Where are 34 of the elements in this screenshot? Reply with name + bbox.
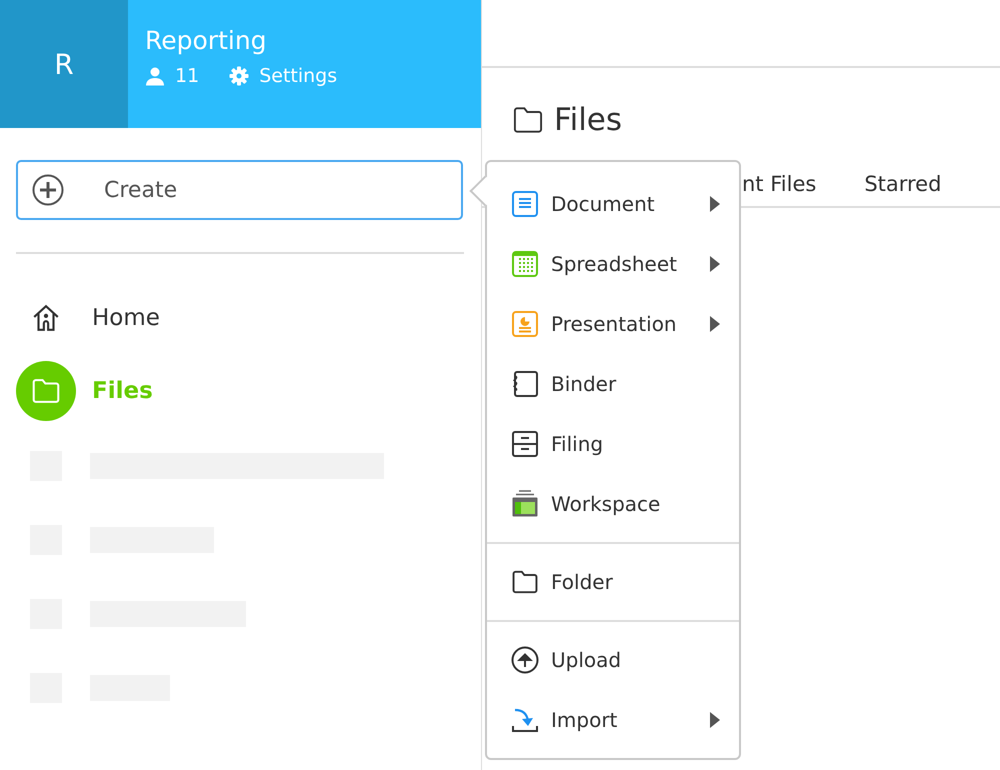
caret-icon	[709, 711, 721, 729]
menu-item[interactable]: Presentation	[487, 294, 739, 354]
page-title: Files	[554, 102, 622, 138]
menu-item[interactable]: Upload	[487, 630, 739, 690]
plus-icon	[32, 174, 64, 206]
import-icon	[511, 706, 539, 734]
member-count: 11	[175, 65, 200, 87]
menu-item[interactable]: Workspace	[487, 474, 739, 534]
menu-item[interactable]: Binder	[487, 354, 739, 414]
spreadsheet-icon	[511, 250, 539, 278]
home-icon	[31, 303, 61, 333]
menu-item[interactable]: Document	[487, 174, 739, 234]
presentation-icon	[511, 310, 539, 338]
menu-item[interactable]: Folder	[487, 552, 739, 612]
nav-item[interactable]: Home	[16, 288, 160, 348]
caret-icon	[709, 255, 721, 273]
folder-icon	[31, 376, 61, 406]
tab[interactable]: nt Files	[742, 172, 816, 196]
upload-icon	[511, 646, 539, 674]
caret-icon	[709, 195, 721, 213]
caret-icon	[709, 315, 721, 333]
folder-icon	[511, 568, 539, 596]
filing-cabinet-icon	[511, 430, 539, 458]
tab[interactable]: Starred	[864, 172, 942, 196]
settings-icon	[229, 66, 250, 86]
document-icon	[511, 190, 539, 218]
menu-item[interactable]: Spreadsheet	[487, 234, 739, 294]
workspace-icon	[511, 490, 539, 518]
create-button[interactable]: Create	[16, 160, 463, 220]
person-icon	[145, 66, 165, 86]
menu-item[interactable]: Filing	[487, 414, 739, 474]
workspace-name: Reporting	[145, 26, 268, 55]
binder-icon	[511, 370, 539, 398]
menu-item[interactable]: Import	[487, 690, 739, 750]
